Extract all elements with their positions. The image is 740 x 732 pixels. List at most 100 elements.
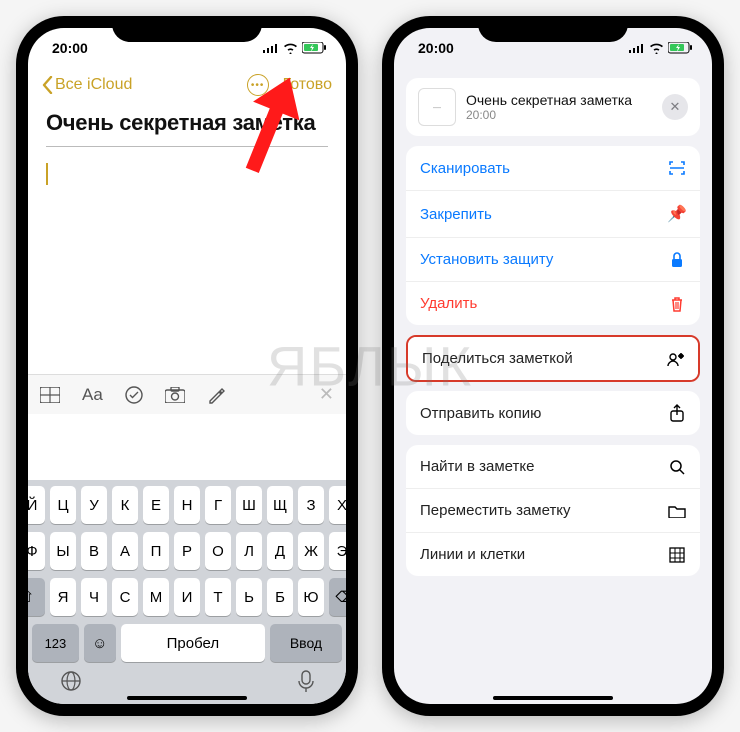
status-time: 20:00 [418,40,454,56]
action-group-2b: Отправить копию [406,391,700,435]
action-group-3: Найти в заметке Переместить заметку Лини… [406,445,700,576]
checklist-icon[interactable] [125,386,143,404]
letter-key[interactable]: Э [329,532,346,570]
sheet-header: — Очень секретная заметка 20:00 ✕ [406,78,700,136]
letter-key[interactable]: Ш [236,486,262,524]
delete-label: Удалить [420,295,477,312]
folder-icon [668,504,686,518]
keyboard-toolbar: Aa ✕ [28,374,346,414]
letter-key[interactable]: Е [143,486,169,524]
letter-key[interactable]: Х [329,486,346,524]
space-key[interactable]: Пробел [121,624,265,662]
enter-key[interactable]: Ввод [270,624,342,662]
letter-key[interactable]: Ц [50,486,76,524]
phone-frame-left: 20:00 Все iCloud ••• Готово Очень [16,16,358,716]
letter-key[interactable]: Р [174,532,200,570]
letter-key[interactable]: А [112,532,138,570]
move-row[interactable]: Переместить заметку [406,489,700,533]
find-label: Найти в заметке [420,458,534,475]
table-icon[interactable] [40,387,60,403]
signal-icon [263,43,279,53]
letter-key[interactable]: И [174,578,200,616]
share-note-label: Поделиться заметкой [422,350,573,367]
back-button[interactable]: Все iCloud [42,76,132,94]
letter-key[interactable]: Я [50,578,76,616]
backspace-key[interactable]: ⌫ [329,578,346,616]
format-button[interactable]: Aa [82,385,103,405]
letter-key[interactable]: Д [267,532,293,570]
letter-key[interactable]: Щ [267,486,293,524]
text-cursor [46,163,48,185]
letter-key[interactable]: Ж [298,532,324,570]
camera-icon[interactable] [165,387,185,403]
home-indicator[interactable] [127,696,247,700]
keyboard: ЙЦУКЕНГШЩЗХ ФЫВАПРОЛДЖЭ ⇧ЯЧСМИТЬБЮ⌫ 123 … [28,480,346,704]
sheet-subtitle: 20:00 [466,108,632,122]
letter-key[interactable]: Б [267,578,293,616]
letter-key[interactable]: О [205,532,231,570]
letter-key[interactable]: М [143,578,169,616]
status-icons [629,42,692,54]
letter-key[interactable]: Ч [81,578,107,616]
scan-row[interactable]: Сканировать [406,146,700,191]
shift-key[interactable]: ⇧ [28,578,45,616]
letter-key[interactable]: Ф [28,532,45,570]
share-note-row[interactable]: Поделиться заметкой [408,337,698,380]
signal-icon [629,43,645,53]
send-copy-row[interactable]: Отправить копию [406,391,700,435]
mic-icon[interactable] [298,670,314,692]
status-icons [263,42,326,54]
letter-key[interactable]: К [112,486,138,524]
lines-label: Линии и клетки [420,546,525,563]
letter-key[interactable]: Г [205,486,231,524]
screenshot-pair: 20:00 Все iCloud ••• Готово Очень [0,0,740,732]
screen-left: 20:00 Все iCloud ••• Готово Очень [28,28,346,704]
delete-row[interactable]: Удалить [406,282,700,325]
letter-key[interactable]: В [81,532,107,570]
wifi-icon [283,43,298,54]
pin-icon: 📌 [668,204,686,224]
find-row[interactable]: Найти в заметке [406,445,700,489]
letter-key[interactable]: Т [205,578,231,616]
sheet-title: Очень секретная заметка [466,92,632,108]
letter-key[interactable]: Л [236,532,262,570]
search-icon [668,459,686,475]
grid-icon [668,547,686,563]
home-indicator[interactable] [493,696,613,700]
letter-key[interactable]: П [143,532,169,570]
notch [112,16,262,42]
close-button[interactable]: ✕ [662,94,688,120]
battery-icon [668,42,692,54]
letter-key[interactable]: Ь [236,578,262,616]
collaborate-icon [666,351,684,367]
status-time: 20:00 [52,40,88,56]
lock-icon [668,252,686,268]
lines-row[interactable]: Линии и клетки [406,533,700,576]
emoji-key[interactable]: ☺ [84,624,116,662]
globe-icon[interactable] [60,670,82,692]
battery-icon [302,42,326,54]
wifi-icon [649,43,664,54]
trash-icon [668,296,686,312]
scan-label: Сканировать [420,160,510,177]
share-icon [668,404,686,422]
action-group-1: Сканировать Закрепить 📌 Установить защит… [406,146,700,325]
letter-key[interactable]: Н [174,486,200,524]
pin-row[interactable]: Закрепить 📌 [406,191,700,238]
annotation-arrow [236,74,306,174]
numeric-key[interactable]: 123 [32,624,79,662]
letter-key[interactable]: С [112,578,138,616]
pin-label: Закрепить [420,206,492,223]
letter-key[interactable]: Ы [50,532,76,570]
markup-icon[interactable] [207,386,225,404]
letter-key[interactable]: Й [28,486,45,524]
close-toolbar-icon[interactable]: ✕ [319,384,334,405]
lock-label: Установить защиту [420,251,553,268]
lock-row[interactable]: Установить защиту [406,238,700,282]
letter-key[interactable]: Ю [298,578,324,616]
scan-icon [668,159,686,177]
letter-key[interactable]: З [298,486,324,524]
letter-key[interactable]: У [81,486,107,524]
notch [478,16,628,42]
move-label: Переместить заметку [420,502,571,519]
